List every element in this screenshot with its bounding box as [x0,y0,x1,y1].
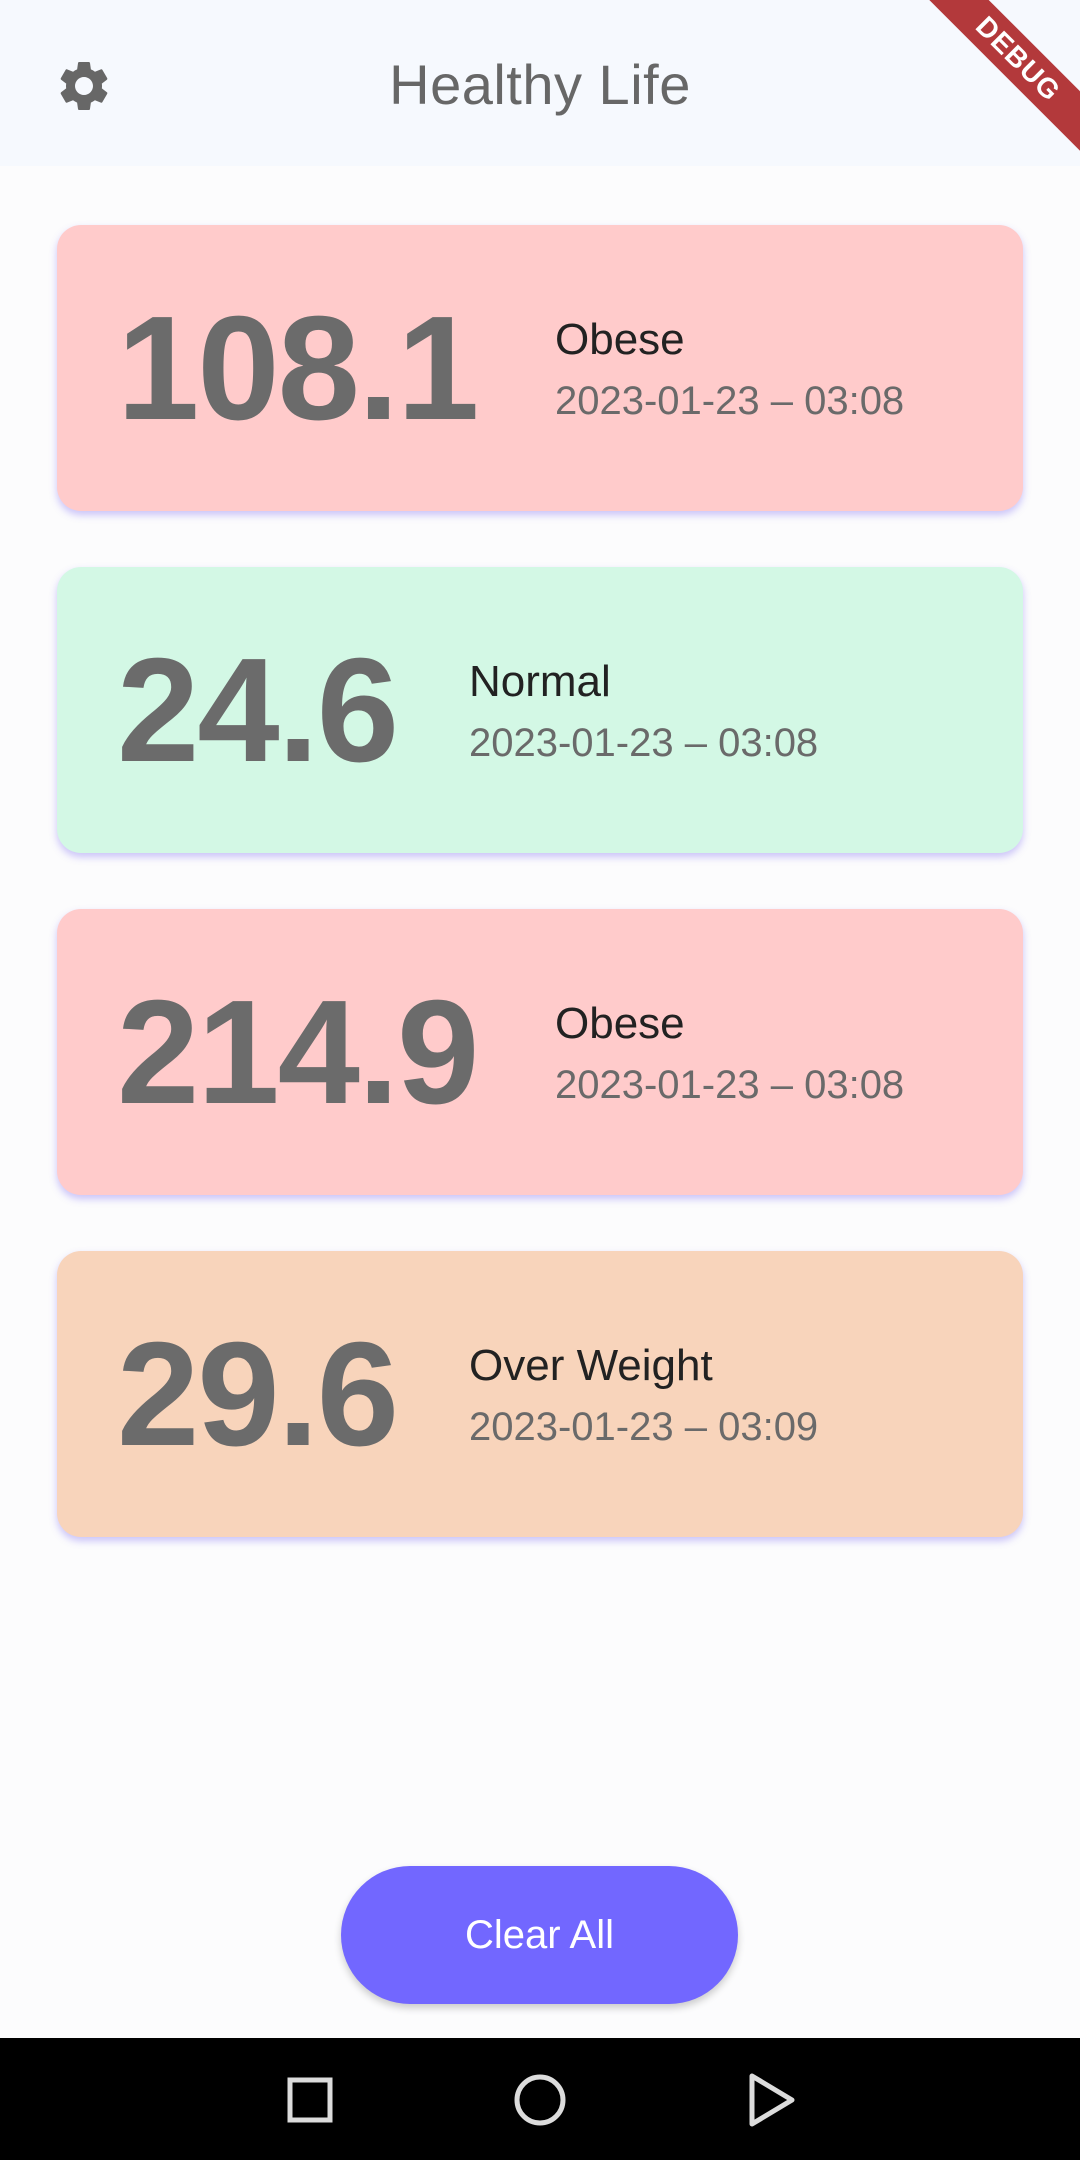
record-timestamp: 2023-01-23 – 03:08 [555,379,905,423]
bmi-value: 24.6 [117,628,399,793]
record-meta: Normal 2023-01-23 – 03:08 [469,657,818,766]
bmi-status: Obese [555,315,685,364]
bmi-status: Over Weight [469,1341,713,1390]
bmi-record-card[interactable]: 108.1 Obese 2023-01-23 – 03:08 [57,225,1023,511]
circle-icon [514,2074,566,2126]
clear-all-button[interactable]: Clear All [341,1866,738,2004]
triangle-back-icon [749,2073,795,2127]
record-timestamp: 2023-01-23 – 03:08 [555,1063,905,1107]
bmi-record-card[interactable]: 24.6 Normal 2023-01-23 – 03:08 [57,567,1023,853]
app-screen: Healthy Life DEBUG 108.1 Obese 2023-01-2… [0,0,1080,2160]
record-timestamp: 2023-01-23 – 03:09 [469,1405,819,1449]
bmi-record-card[interactable]: 29.6 Over Weight 2023-01-23 – 03:09 [57,1251,1023,1537]
system-nav-bar [0,2038,1080,2160]
record-meta: Over Weight 2023-01-23 – 03:09 [469,1341,818,1450]
record-meta: Obese 2023-01-23 – 03:08 [555,315,904,424]
record-timestamp: 2023-01-23 – 03:08 [469,721,819,765]
recent-apps-button[interactable] [278,2068,342,2132]
bmi-value: 214.9 [117,970,479,1135]
page-title: Healthy Life [389,53,691,116]
bmi-value: 108.1 [117,286,479,451]
square-icon [287,2077,333,2123]
back-button[interactable] [738,2068,802,2132]
bmi-status: Obese [555,999,685,1048]
bmi-status: Normal [469,657,611,706]
bmi-value: 29.6 [117,1312,399,1477]
bmi-record-card[interactable]: 214.9 Obese 2023-01-23 – 03:08 [57,909,1023,1195]
record-meta: Obese 2023-01-23 – 03:08 [555,999,904,1108]
home-button[interactable] [508,2068,572,2132]
app-bar: Healthy Life [0,0,1080,166]
